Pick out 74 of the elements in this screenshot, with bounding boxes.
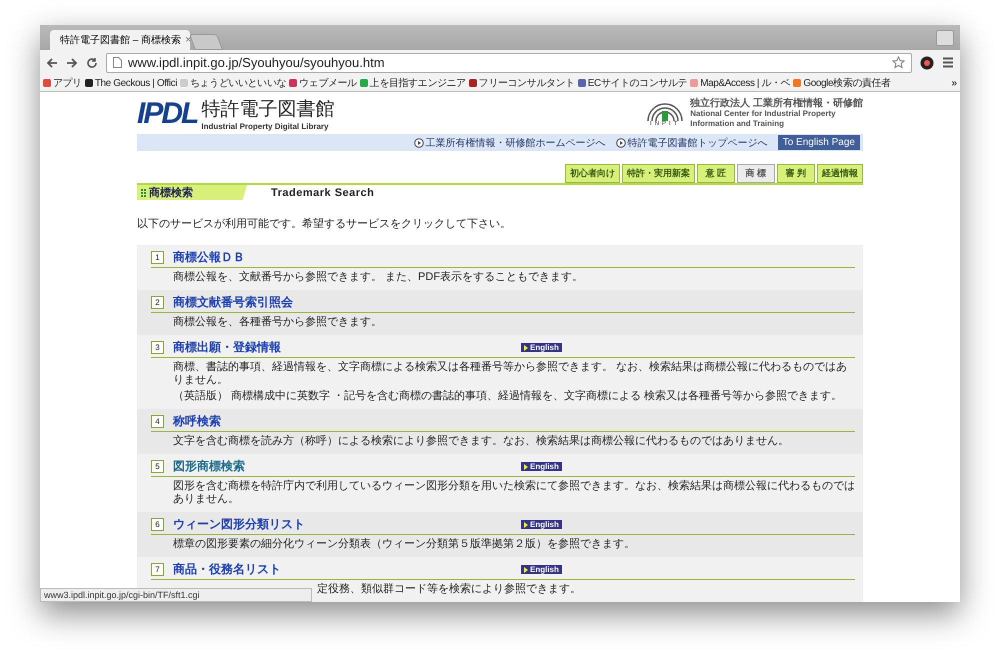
item-number: 6 (151, 518, 164, 531)
english-page-button[interactable]: To English Page (778, 135, 860, 150)
bookmark-link[interactable]: ウェブメール (289, 76, 357, 90)
bookmark-link[interactable]: The Geckous | Offici (84, 78, 178, 88)
service-link[interactable]: 商品・役務名リスト (173, 561, 521, 578)
triangle-icon (524, 566, 528, 572)
english-link[interactable]: English (521, 343, 562, 352)
browser-tab[interactable]: 特許電子図書館 – 商標検索 × (50, 30, 190, 50)
english-link[interactable]: English (521, 565, 562, 574)
service-description: 商標公報を、各種番号から参照できます。 (173, 316, 383, 329)
service-description: 標章の図形要素の細分化ウィーン分類表（ウィーン分類第５版準拠第２版）を参照できます。 (173, 538, 636, 551)
english-link[interactable]: English (521, 520, 562, 529)
service-link[interactable]: 商標公報ＤＢ (173, 249, 521, 266)
item-number: 1 (151, 251, 164, 264)
category-tab[interactable]: 特許・実用新案 (622, 164, 695, 183)
bookmark-link[interactable]: ちょうどいいといいな (180, 76, 286, 90)
category-tab[interactable]: 審 判 (777, 164, 815, 183)
service-link[interactable]: 商標文献番号索引照会 (173, 294, 521, 311)
category-tab[interactable]: 意 匠 (697, 164, 735, 183)
org-name: Information and Training (690, 118, 785, 129)
service-link[interactable]: ウィーン図形分類リスト (173, 516, 521, 533)
item-number: 3 (151, 341, 164, 354)
triangle-icon (524, 464, 528, 470)
back-icon[interactable] (46, 56, 58, 68)
close-button[interactable]: × (185, 34, 192, 46)
category-tab[interactable]: 商 標 (737, 164, 775, 183)
nav-link[interactable]: 特許電子図書館トップページへ (616, 136, 768, 150)
org-name: 独立行政法人 工業所有権情報・研修館 (690, 98, 863, 109)
site-name: 特許電子図書館 (201, 98, 334, 122)
triangle-icon (524, 344, 528, 350)
service-description: （英語版） 商標構成中に英数字 ・記号を含む商標の書誌的事項、経過情報を、文字商標による 検索又は各種番号等から参照できます。 (173, 390, 844, 403)
extension-icon[interactable] (920, 56, 934, 70)
section-title: Trademark Search (271, 186, 374, 198)
nav-link[interactable]: 工業所有権情報・研修館ホームページへ (414, 136, 606, 150)
play-icon (616, 138, 626, 148)
page-icon (113, 57, 122, 68)
bookmark-link[interactable]: ECサイトのコンサルテ (578, 76, 688, 90)
site-subtitle: Industrial Property Digital Library (201, 122, 330, 132)
category-tab[interactable]: 経過情報 (817, 164, 863, 183)
english-link[interactable]: English (521, 462, 562, 471)
logo: IPDL (137, 96, 198, 131)
intro-text: 以下のサービスが利用可能です。希望するサービスをクリックして下さい。 (137, 216, 512, 231)
bookmark-link[interactable]: Map&Access | ル・ベ (690, 76, 790, 90)
item-number: 5 (151, 460, 164, 473)
bookmark-link[interactable]: 上を目指すエンジニア (360, 76, 466, 90)
bookmark-link[interactable]: フリーコンサルタント (468, 76, 575, 90)
item-number: 4 (151, 415, 164, 428)
service-description: 文字を含む商標を読み方（称呼）による検索により参照できます。なお、検索結果は商標公報に代わるものではありません。 (173, 435, 790, 448)
arch-logo-icon (646, 100, 684, 121)
reload-icon[interactable] (86, 56, 98, 68)
item-number: 2 (151, 296, 164, 309)
service-link[interactable]: 図形商標検索 (173, 458, 521, 475)
address-bar[interactable]: www.ipdl.inpit.go.jp/Syouhyou/syouhyou.htm (106, 52, 912, 72)
new-tab-button[interactable] (189, 34, 223, 50)
more-bookmarks-button[interactable]: » (951, 78, 957, 88)
status-bar: www3.ipdl.inpit.go.jp/cgi-bin/TF/sft1.cgi (40, 588, 312, 602)
item-number: 7 (151, 563, 164, 576)
service-link[interactable]: 商標出願・登録情報 (173, 339, 521, 356)
menu-icon[interactable] (942, 57, 954, 68)
service-description: 商標公報を、文献番号から参照できます。 また、PDF表示をすることもできます。 (173, 271, 584, 284)
bookmark-link[interactable]: Google検索の責任者 (793, 76, 891, 90)
star-icon[interactable] (892, 56, 905, 69)
category-tab[interactable]: 初心者向け (565, 164, 620, 183)
bookmark-link[interactable]: アプリ (43, 76, 82, 90)
grip-icon (141, 188, 146, 196)
tab-title: 特許電子図書館 – 商標検索 (60, 34, 182, 47)
service-description: 図形を含む商標を特許庁内で利用しているウィーン図形分類を用いた検索にて参照できます。なお、検索結果は商標公報に代わるものではありません。 (173, 480, 855, 506)
service-description: 商標、書誌的事項、経過情報を、文字商標による検索又は各種番号等から参照できます。 なお、検索結果は商標公報に代わるものではありません。 (173, 361, 848, 387)
triangle-icon (524, 522, 528, 528)
section-label-text: 商標検索 (149, 186, 193, 200)
play-icon (414, 138, 424, 148)
org-name: National Center for Industrial Property (690, 108, 837, 119)
service-link[interactable]: 称呼検索 (173, 413, 521, 430)
forward-icon[interactable] (66, 56, 78, 68)
